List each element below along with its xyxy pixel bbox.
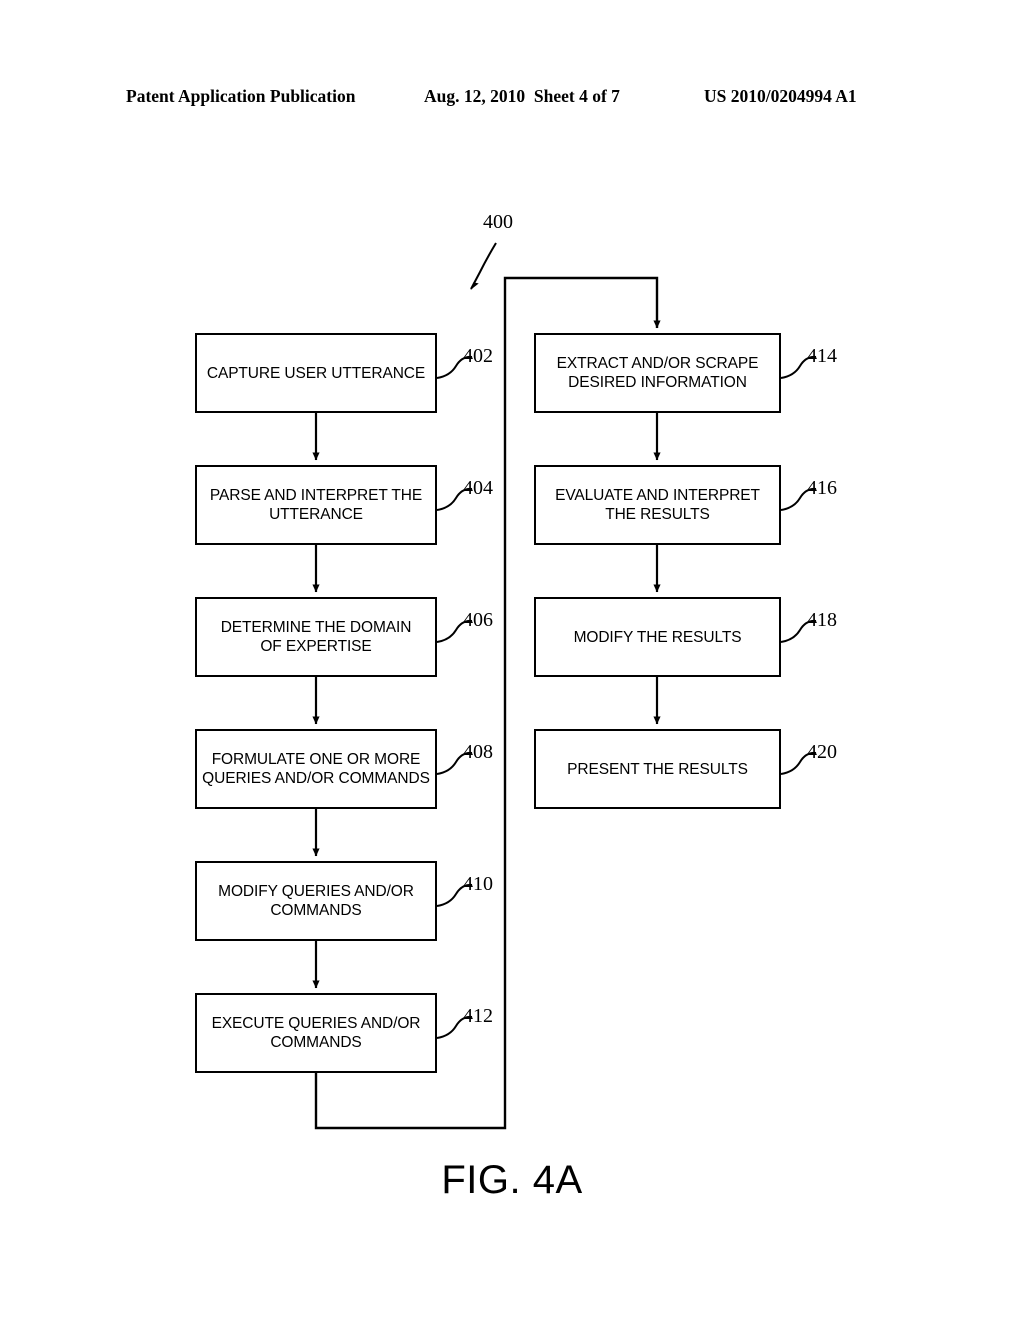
- ref-numeral-406: 406: [463, 609, 493, 631]
- flow-box-420-label: PRESENT THE RESULTS: [567, 760, 748, 778]
- ref-numeral-408: 408: [463, 741, 493, 763]
- ref-numeral-416: 416: [807, 477, 837, 499]
- flowchart-diagram: [194, 242, 817, 1130]
- flow-box-408-label: FORMULATE ONE OR MORE QUERIES AND/OR COM…: [202, 751, 430, 787]
- flow-box-412-label: EXECUTE QUERIES AND/OR COMMANDS: [211, 1015, 421, 1051]
- flow-box-404-label: PARSE AND INTERPRET THE UTTERANCE: [209, 487, 423, 523]
- patent-figure-page: Patent Application Publication Aug. 12, …: [0, 0, 1024, 1320]
- ref-numeral-402: 402: [463, 345, 493, 367]
- flow-box-402-label: CAPTURE USER UTTERANCE: [206, 364, 426, 382]
- ref-numeral-412: 412: [463, 1005, 493, 1027]
- figure-caption: FIG. 4A: [441, 1158, 583, 1202]
- flow-box-418-label: MODIFY THE RESULTS: [573, 628, 742, 646]
- flow-box-416-label: EVALUATE AND INTERPRET THE RESULTS: [555, 487, 760, 523]
- ref-numeral-404: 404: [463, 477, 493, 499]
- ref-numeral-418: 418: [807, 609, 837, 631]
- leader-400: [470, 242, 497, 290]
- ref-numeral-400: 400: [483, 211, 513, 233]
- ref-numeral-420: 420: [807, 741, 837, 763]
- flow-box-410-label: MODIFY QUERIES AND/OR COMMANDS: [218, 883, 414, 919]
- flow-box-414-label: EXTRACT AND/OR SCRAPE DESIRED INFORMATIO…: [556, 355, 759, 391]
- ref-numeral-410: 410: [463, 873, 493, 895]
- ref-numeral-414: 414: [807, 345, 837, 367]
- flow-box-406-label: DETERMINE THE DOMAIN OF EXPERTISE: [220, 619, 412, 655]
